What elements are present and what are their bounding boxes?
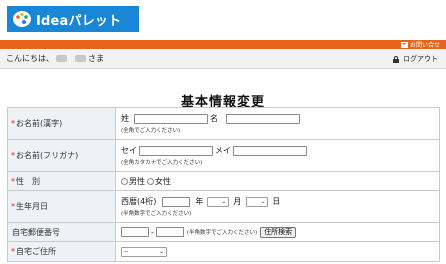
- required-mark: *: [11, 202, 15, 211]
- given-name-kana-input[interactable]: [233, 145, 307, 156]
- prefecture-select[interactable]: -- ⌄: [121, 246, 167, 257]
- logout-label: ログアウト: [403, 55, 438, 63]
- address-search-button[interactable]: 住所検索: [260, 226, 297, 238]
- value-birthday: 西暦(4桁) 年 ⌄ 月 ⌄ 日 (半角数字でご入力ください): [116, 191, 439, 222]
- label-text: お名前(フリガナ): [16, 151, 79, 160]
- logout-link[interactable]: ログアウト: [393, 54, 438, 64]
- mail-icon: [400, 41, 408, 48]
- label-text: お名前(漢字): [16, 119, 63, 128]
- label-text: 生年月日: [16, 202, 48, 211]
- accent-bar: お問い合せ: [0, 40, 446, 49]
- row-postal: 自宅郵便番号 - (半角数字でご入力ください) 住所検索: [7, 223, 440, 242]
- postal-code-first-input[interactable]: [121, 227, 149, 237]
- label-name-kanji: * お名前(漢字): [8, 108, 116, 139]
- row-address: * 自宅ご住所 -- ⌄: [7, 242, 440, 262]
- chevron-down-icon: ⌄: [260, 198, 266, 205]
- day-label: 日: [272, 197, 281, 206]
- mei-label: 名: [210, 114, 218, 123]
- required-mark: *: [11, 119, 15, 128]
- label-address: * 自宅ご住所: [8, 242, 116, 261]
- sei-kana-label: セイ: [121, 146, 137, 155]
- basic-info-form: * お名前(漢字) 姓 名 (全角でご入力ください) * お名前(フリガナ) セ…: [7, 107, 440, 262]
- row-gender: * 性 別 男性 女性: [7, 172, 440, 191]
- value-name-kanji: 姓 名 (全角でご入力ください): [116, 108, 439, 139]
- required-mark: *: [11, 176, 15, 186]
- gender-male-radio[interactable]: [121, 177, 128, 185]
- site-header: Ideaパレット: [0, 0, 446, 40]
- mei-kana-label: メイ: [215, 146, 231, 155]
- row-name-kana: * お名前(フリガナ) セイ メイ (全角カタカナでご入力ください): [7, 140, 440, 172]
- label-text: 自宅ご住所: [16, 247, 56, 256]
- row-birthday: * 生年月日 西暦(4桁) 年 ⌄ 月 ⌄ 日 (半角数字でご入力ください): [7, 191, 440, 223]
- value-name-kana: セイ メイ (全角カタカナでご入力ください): [116, 140, 439, 171]
- label-gender: * 性 別: [8, 172, 116, 190]
- required-mark: *: [11, 151, 15, 160]
- given-name-kanji-input[interactable]: [226, 113, 300, 124]
- era-label: 西暦(4桁): [121, 197, 157, 206]
- gender-female-radio[interactable]: [147, 177, 154, 185]
- brand-logo[interactable]: Ideaパレット: [7, 6, 139, 32]
- chevron-down-icon: ⌄: [221, 198, 227, 205]
- gender-male-label: 男性: [129, 176, 145, 186]
- sei-label: 姓: [121, 114, 129, 123]
- label-text: 自宅郵便番号: [12, 227, 60, 237]
- greeting-bar: こんにちは、 さま ログアウト: [0, 49, 446, 69]
- label-postal: 自宅郵便番号: [8, 223, 116, 241]
- lock-icon: [393, 55, 399, 63]
- surname-kana-input[interactable]: [139, 145, 213, 156]
- label-name-kana: * お名前(フリガナ): [8, 140, 116, 171]
- name-kana-note: (全角カタカナでご入力ください): [121, 160, 203, 166]
- row-name-kanji: * お名前(漢字) 姓 名 (全角でご入力ください): [7, 108, 440, 140]
- postal-separator: -: [151, 227, 154, 237]
- brand-name: Ideaパレット: [36, 13, 122, 29]
- postal-note: (半角数字でご入力ください): [186, 230, 258, 236]
- label-text: 性 別: [16, 176, 40, 186]
- value-address: -- ⌄: [116, 242, 439, 261]
- value-postal: - (半角数字でご入力ください) 住所検索: [116, 223, 439, 241]
- required-mark: *: [11, 247, 15, 256]
- birth-month-select[interactable]: ⌄: [207, 196, 230, 207]
- month-label: 月: [233, 197, 242, 206]
- prefecture-select-value: --: [124, 248, 129, 255]
- value-gender: 男性 女性: [116, 172, 439, 190]
- year-label: 年: [195, 197, 204, 206]
- greeting-prefix: こんにちは、: [6, 54, 54, 63]
- contact-link[interactable]: お問い合せ: [400, 40, 440, 49]
- chevron-down-icon: ⌄: [158, 248, 164, 255]
- birth-day-select[interactable]: ⌄: [246, 196, 269, 207]
- palette-icon: [12, 9, 32, 29]
- birthday-note: (半角数字でご入力ください): [121, 211, 192, 217]
- label-birthday: * 生年月日: [8, 191, 116, 222]
- postal-code-second-input[interactable]: [155, 227, 184, 237]
- gender-female-label: 女性: [155, 176, 171, 186]
- contact-link-label: お問い合せ: [409, 42, 440, 49]
- redacted-given-name: [75, 55, 86, 62]
- surname-kanji-input[interactable]: [134, 113, 208, 124]
- greeting: こんにちは、 さま: [6, 53, 104, 64]
- name-kanji-note: (全角でご入力ください): [121, 128, 181, 134]
- birth-year-input[interactable]: [162, 196, 191, 207]
- redacted-surname: [56, 55, 67, 62]
- greeting-suffix: さま: [88, 54, 104, 63]
